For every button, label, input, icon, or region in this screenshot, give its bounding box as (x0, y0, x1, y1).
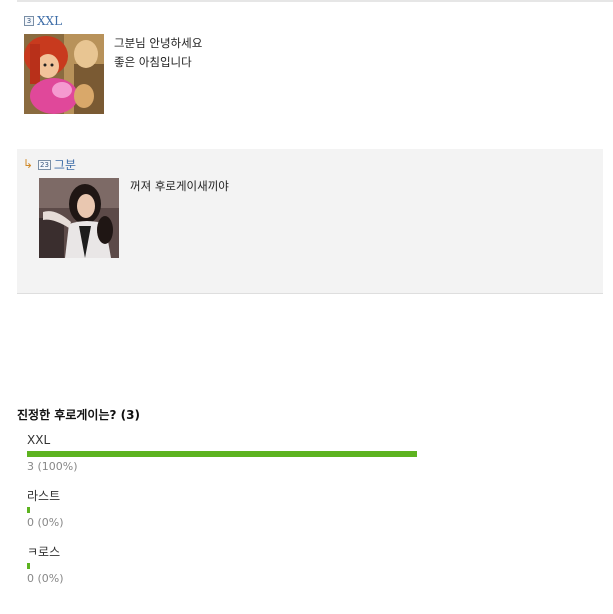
top-divider (17, 0, 613, 2)
poll-bar (27, 563, 30, 569)
reply-header: 23 그분 (38, 156, 76, 172)
comment-author[interactable]: XXL (37, 14, 62, 28)
poll-title: 진정한 후로게이는? (3) (17, 408, 140, 422)
comment-body: 그분님 안녕하세요 좋은 아침입니다 (114, 34, 202, 72)
poll-option-count: 0 (0%) (27, 572, 64, 585)
poll-option-label: 라스트 (27, 489, 61, 503)
poll-option-label: ㅋ로스 (27, 545, 61, 559)
reply-arrow-icon: ↳ (23, 157, 34, 171)
reply-comment: ↳ 23 그분 꺼져 후로게이새끼야 (17, 149, 603, 294)
anime-character-image (24, 34, 104, 114)
poll-bar (27, 451, 417, 457)
poll-option[interactable]: ㅋ로스 0 (0%) (27, 544, 587, 587)
poll-option[interactable]: XXL 3 (100%) (27, 432, 587, 475)
comment-line: 그분님 안녕하세요 (114, 36, 203, 50)
poll-option-count: 0 (0%) (27, 516, 64, 529)
poll-bar-track (27, 563, 587, 569)
poll-option[interactable]: 라스트 0 (0%) (27, 488, 587, 531)
comment: 3 XXL 그분님 안녕하세요 좋은 아침입니다 (24, 12, 604, 122)
comment-line: 좋은 아침입니다 (114, 55, 192, 69)
poll-bar (27, 507, 30, 513)
reply-author[interactable]: 그분 (54, 158, 76, 172)
poll: 진정한 후로게이는? (3) XXL 3 (100%) 라스트 0 (0%) ㅋ… (17, 406, 613, 585)
poll-bar-track (27, 451, 587, 457)
comment-header: 3 XXL (24, 12, 62, 28)
woman-photo-avatar (39, 178, 119, 258)
woman-photo-image (39, 178, 119, 258)
level-badge: 23 (38, 159, 51, 170)
poll-option-label: XXL (27, 433, 51, 447)
level-badge: 3 (24, 15, 34, 26)
reply-body: 꺼져 후로게이새끼야 (130, 179, 229, 193)
anime-character-avatar (24, 34, 104, 114)
poll-bar-track (27, 507, 587, 513)
poll-option-count: 3 (100%) (27, 460, 78, 473)
